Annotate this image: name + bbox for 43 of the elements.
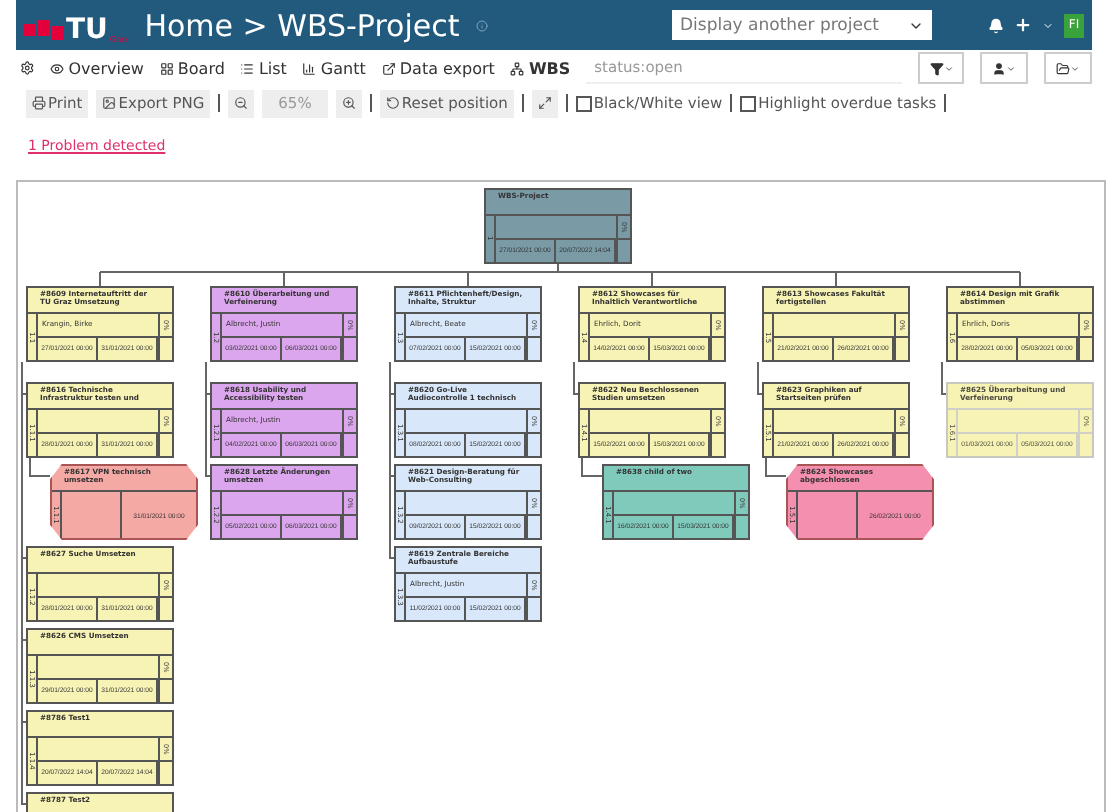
filter-icon — [929, 61, 944, 75]
grid-icon — [159, 61, 174, 75]
zoom-in-button[interactable] — [335, 89, 362, 117]
connector-line — [757, 361, 763, 395]
expand-icon — [537, 96, 552, 110]
caret-icon — [1006, 63, 1017, 73]
eye-icon — [50, 61, 65, 75]
folder-button[interactable] — [1044, 52, 1093, 84]
zoom-in-icon — [341, 96, 356, 110]
nav-tab[interactable]: Data export — [381, 59, 495, 77]
fullscreen-button[interactable] — [531, 89, 558, 117]
project-select[interactable]: Display another project — [672, 10, 932, 40]
connector-line — [941, 361, 947, 395]
hierarchy-icon — [510, 61, 525, 75]
folder-icon — [1056, 61, 1071, 75]
connector-line — [573, 361, 579, 395]
image-icon — [102, 96, 117, 110]
caret-icon — [943, 63, 954, 73]
nav-tab[interactable]: List — [240, 59, 287, 77]
breadcrumb-title: Home > WBS-Project — [144, 7, 460, 43]
connector-line — [765, 457, 787, 477]
settings-icon[interactable] — [20, 60, 35, 76]
filter-button[interactable] — [917, 52, 965, 84]
logo-blocks-icon — [24, 19, 64, 43]
printer-icon — [32, 96, 46, 110]
caret-icon[interactable] — [1042, 19, 1054, 31]
connector-line — [581, 457, 603, 477]
list-icon — [240, 61, 255, 75]
logo-text: TU — [66, 15, 108, 43]
bell-icon[interactable] — [988, 17, 1004, 33]
nav-tab[interactable]: Board — [159, 59, 225, 77]
nav-tab[interactable]: WBS — [510, 59, 571, 77]
nav-tab[interactable]: Gantt — [302, 59, 366, 77]
rotate-icon — [385, 96, 400, 110]
chart-icon — [302, 61, 317, 75]
zoom-out-button[interactable] — [228, 89, 255, 117]
caret-icon — [1070, 63, 1081, 73]
user-icon — [992, 61, 1007, 75]
nav-tab[interactable]: Overview — [50, 59, 144, 77]
plus-icon[interactable] — [1014, 16, 1032, 34]
zoom-out-icon — [234, 96, 249, 110]
export-icon — [381, 61, 396, 75]
user-filter-button[interactable] — [980, 52, 1029, 84]
